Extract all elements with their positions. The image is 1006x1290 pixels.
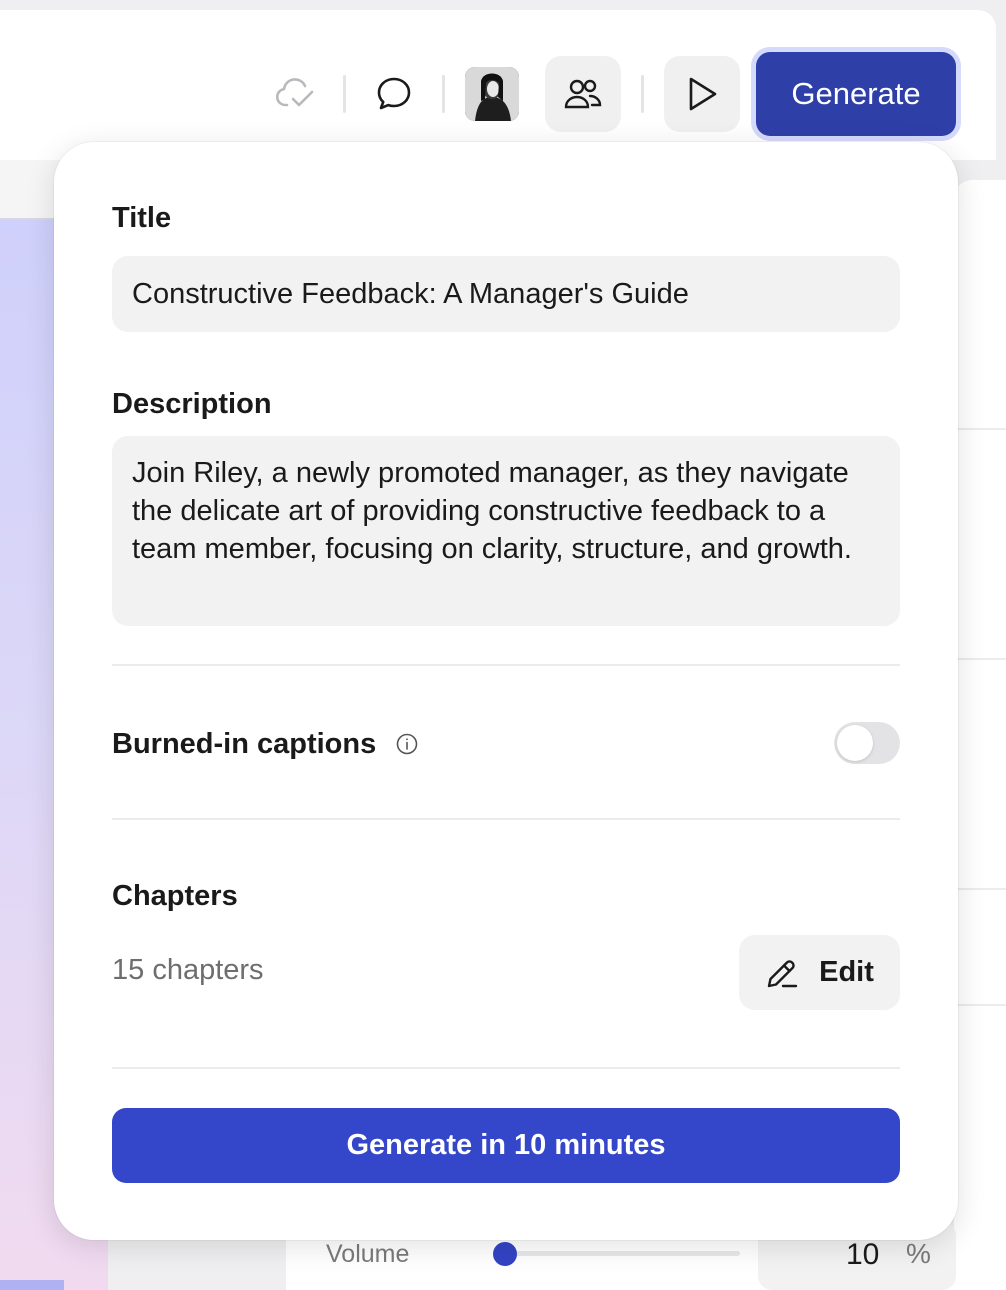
chapters-label: Chapters xyxy=(112,880,238,912)
toolbar-separator xyxy=(343,75,346,113)
toolbar: Generate xyxy=(267,48,956,140)
divider xyxy=(954,428,1006,430)
info-icon[interactable] xyxy=(396,733,418,755)
volume-slider-knob[interactable] xyxy=(493,1242,517,1266)
generate-popover: Title Constructive Feedback: A Manager's… xyxy=(54,142,958,1240)
avatar[interactable] xyxy=(465,67,519,121)
toolbar-separator xyxy=(641,75,644,113)
volume-unit: % xyxy=(906,1238,931,1269)
description-value: Join Riley, a newly promoted manager, as… xyxy=(132,457,852,565)
volume-slider-track[interactable] xyxy=(504,1251,740,1256)
captions-toggle[interactable] xyxy=(834,722,900,764)
generate-button[interactable]: Generate xyxy=(756,52,956,136)
title-label: Title xyxy=(112,202,172,234)
edit-chapters-button[interactable]: Edit xyxy=(739,935,900,1010)
description-label: Description xyxy=(112,388,272,420)
generate-in-minutes-button[interactable]: Generate in 10 minutes xyxy=(112,1108,900,1183)
share-users-icon[interactable] xyxy=(545,56,621,132)
captions-label: Burned-in captions xyxy=(112,727,377,760)
toolbar-separator xyxy=(442,75,445,113)
description-textarea[interactable]: Join Riley, a newly promoted manager, as… xyxy=(112,436,900,626)
comment-icon[interactable] xyxy=(366,56,422,132)
title-input[interactable]: Constructive Feedback: A Manager's Guide xyxy=(112,256,900,332)
cloud-saved-icon xyxy=(267,56,323,132)
edit-label: Edit xyxy=(819,956,874,988)
top-bar: Generate xyxy=(0,10,996,160)
divider xyxy=(112,1067,900,1069)
toggle-thumb xyxy=(837,725,873,761)
title-value: Constructive Feedback: A Manager's Guide xyxy=(132,277,689,310)
divider xyxy=(954,1004,1006,1006)
volume-value: 10 xyxy=(846,1238,880,1271)
volume-label: Volume xyxy=(326,1240,410,1268)
divider xyxy=(112,664,900,666)
divider xyxy=(954,888,1006,890)
chapters-count: 15 chapters xyxy=(112,954,264,986)
divider xyxy=(112,818,900,820)
divider xyxy=(954,658,1006,660)
right-panel xyxy=(954,180,1006,1290)
play-icon[interactable] xyxy=(664,56,740,132)
captions-row: Burned-in captions xyxy=(112,722,900,766)
pencil-icon xyxy=(767,959,798,987)
